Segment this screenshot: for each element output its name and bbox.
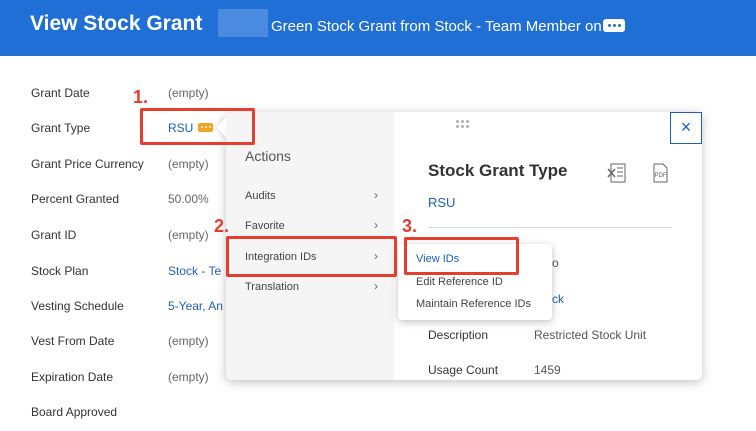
annotation-box-3 [404, 237, 519, 275]
detail-value-description: Restricted Stock Unit [534, 328, 647, 342]
pdf-icon-label: PDF [655, 173, 667, 179]
field-value-grant-date: (empty) [168, 86, 209, 100]
field-value-vesting-schedule-link[interactable]: 5-Year, An [168, 299, 223, 313]
detail-value-usage-count: 1459 [534, 363, 561, 377]
field-label-grant-price-currency: Grant Price Currency [31, 157, 144, 171]
pdf-export-icon[interactable]: PDF [649, 162, 671, 184]
field-label-grant-id: Grant ID [31, 228, 77, 242]
field-label-vesting-schedule: Vesting Schedule [31, 299, 124, 313]
ellipsis-icon[interactable] [603, 19, 625, 32]
action-item-audits[interactable]: Audits [245, 190, 276, 202]
field-label-percent-granted: Percent Granted [31, 192, 120, 206]
drag-handle-icon[interactable] [456, 120, 470, 130]
detail-label-usage-count: Usage Count [428, 363, 499, 377]
annotation-box-1 [140, 108, 255, 145]
action-item-translation[interactable]: Translation [245, 281, 299, 293]
field-value-expiration-date: (empty) [168, 370, 209, 384]
annotation-step-2: 2. [214, 216, 230, 236]
field-value-stock-plan-link[interactable]: Stock - Te [168, 264, 221, 278]
detail-partial-link[interactable]: ck [552, 292, 564, 306]
chevron-right-icon: › [374, 188, 378, 202]
field-value-percent-granted: 50.00% [168, 192, 209, 206]
field-value-grant-price-currency: (empty) [168, 157, 209, 171]
submenu-item-edit-reference-id[interactable]: Edit Reference ID [416, 276, 503, 288]
field-label-vest-from-date: Vest From Date [31, 334, 115, 348]
close-button[interactable]: × [670, 112, 702, 144]
page-header: View Stock Grant Green Stock Grant from … [0, 0, 756, 56]
page-subtitle: Green Stock Grant from Stock - Team Memb… [271, 18, 602, 35]
annotation-box-2 [226, 236, 397, 277]
action-item-favorite[interactable]: Favorite [245, 220, 285, 232]
detail-title: Stock Grant Type [428, 161, 568, 180]
chevron-right-icon: › [374, 218, 378, 232]
excel-export-icon[interactable] [606, 162, 628, 184]
field-value-vest-from-date: (empty) [168, 334, 209, 348]
detail-label-description: Description [428, 328, 489, 342]
field-label-stock-plan: Stock Plan [31, 264, 89, 278]
chevron-right-icon: › [374, 279, 378, 293]
page-title: View Stock Grant [30, 12, 203, 35]
detail-partial-value: o [552, 256, 559, 270]
actions-title: Actions [245, 148, 291, 164]
annotation-step-3: 3. [402, 216, 418, 236]
field-label-expiration-date: Expiration Date [31, 370, 114, 384]
annotation-step-1: 1. [133, 87, 149, 107]
field-label-grant-type: Grant Type [31, 121, 91, 135]
field-value-grant-id: (empty) [168, 228, 209, 242]
redacted-region [218, 9, 268, 37]
detail-type-link[interactable]: RSU [428, 195, 455, 210]
field-label-grant-date: Grant Date [31, 86, 90, 100]
submenu-item-maintain-reference-ids[interactable]: Maintain Reference IDs [416, 298, 531, 310]
field-label-board-approved: Board Approved [31, 405, 118, 419]
detail-divider [428, 227, 672, 228]
